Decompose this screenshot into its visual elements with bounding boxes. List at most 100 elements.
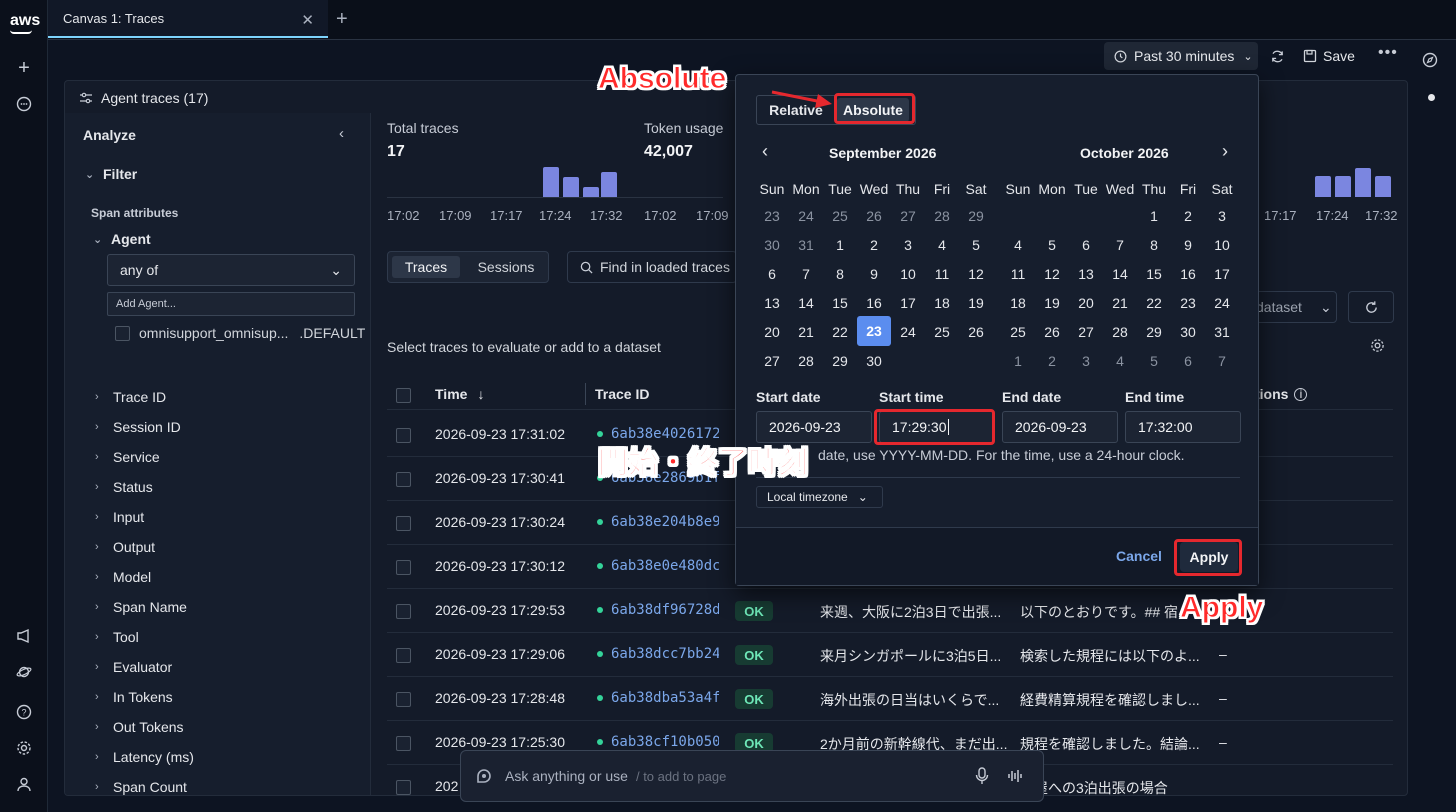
row-trace-id-link[interactable]: 6ab38dcc7bb247 — [597, 646, 719, 662]
row-checkbox[interactable] — [396, 516, 411, 531]
cancel-button[interactable]: Cancel — [1116, 548, 1162, 564]
filter-attribute-item[interactable]: › Trace ID — [95, 389, 166, 405]
filter-attribute-item[interactable]: › Span Count — [95, 779, 187, 795]
agent-option-checkbox[interactable] — [115, 325, 130, 341]
calendar-day[interactable]: 18 — [925, 290, 959, 316]
calendar-day[interactable]: 12 — [1035, 261, 1069, 287]
row-trace-id-link[interactable]: 6ab38dba53a4fb — [597, 690, 719, 706]
tab-sessions[interactable]: Sessions — [470, 256, 542, 278]
calendar-day[interactable]: 25 — [925, 319, 959, 345]
save-button[interactable]: Save — [1303, 44, 1355, 68]
calendar-day[interactable]: 3 — [1069, 348, 1103, 374]
row-checkbox[interactable] — [396, 560, 411, 575]
calendar-day[interactable]: 28 — [925, 203, 959, 229]
calendar-day[interactable]: 17 — [1205, 261, 1239, 287]
filter-attribute-item[interactable]: › Tool — [95, 629, 139, 645]
calendar-day[interactable]: 1 — [1137, 203, 1171, 229]
calendar-day[interactable]: 19 — [959, 290, 993, 316]
chat-icon[interactable] — [12, 92, 36, 116]
calendar-day[interactable]: 31 — [789, 232, 823, 258]
time-range-button[interactable]: Past 30 minutes ⌄ — [1104, 42, 1258, 70]
calendar-day[interactable]: 24 — [789, 203, 823, 229]
row-checkbox[interactable] — [396, 648, 411, 663]
calendar-day[interactable]: 26 — [959, 319, 993, 345]
calendar-day[interactable]: 28 — [789, 348, 823, 374]
collapse-icon[interactable]: ‹ — [339, 125, 344, 142]
time-column-header[interactable]: Time ↓ — [435, 386, 484, 402]
filter-attribute-item[interactable]: › Latency (ms) — [95, 749, 194, 765]
calendar-day[interactable]: 11 — [1001, 261, 1035, 287]
next-month-icon[interactable]: › — [1222, 141, 1228, 162]
calendar-day[interactable]: 31 — [1205, 319, 1239, 345]
filter-attribute-item[interactable]: › Session ID — [95, 419, 181, 435]
row-trace-id-link[interactable]: 6ab38cf10b050c — [597, 734, 719, 750]
calendar-day[interactable]: 26 — [1035, 319, 1069, 345]
add-agent-input[interactable]: Add Agent... — [107, 292, 355, 316]
filter-attribute-item[interactable]: › Status — [95, 479, 153, 495]
megaphone-icon[interactable] — [12, 624, 36, 648]
calendar-day[interactable]: 2 — [1035, 348, 1069, 374]
add-icon[interactable]: + — [12, 56, 36, 80]
tab-canvas-1[interactable]: Canvas 1: Traces ✕ — [48, 0, 328, 38]
calendar-day[interactable]: 28 — [1103, 319, 1137, 345]
calendar-day[interactable]: 23 — [1171, 290, 1205, 316]
sync-button[interactable] — [1266, 44, 1288, 68]
timezone-select[interactable]: Local timezone ⌄ — [756, 486, 883, 508]
calendar-day[interactable]: 19 — [1035, 290, 1069, 316]
calendar-day[interactable]: 13 — [1069, 261, 1103, 287]
tab-traces[interactable]: Traces — [392, 256, 460, 278]
calendar-day[interactable]: 30 — [1171, 319, 1205, 345]
row-trace-id-link[interactable]: 6ab38e0e480dc — [597, 558, 719, 574]
row-checkbox[interactable] — [396, 428, 411, 443]
calendar-day[interactable]: 8 — [823, 261, 857, 287]
new-tab-button[interactable]: + — [336, 8, 348, 31]
calendar-day[interactable]: 23 — [755, 203, 789, 229]
select-all-checkbox[interactable] — [396, 388, 411, 403]
calendar-day[interactable]: 9 — [1171, 232, 1205, 258]
filter-attribute-item[interactable]: › Evaluator — [95, 659, 172, 675]
planet-icon[interactable] — [12, 660, 36, 684]
calendar-day[interactable]: 15 — [1137, 261, 1171, 287]
row-checkbox[interactable] — [396, 472, 411, 487]
calendar-day[interactable]: 20 — [1069, 290, 1103, 316]
more-options-icon[interactable]: ••• — [1378, 44, 1398, 68]
calendar-day[interactable]: 14 — [1103, 261, 1137, 287]
calendar-day-selected[interactable]: 23 — [857, 316, 891, 346]
find-traces-input[interactable]: Find in loaded traces — [567, 251, 737, 283]
aws-logo[interactable]: aws — [10, 12, 40, 30]
calendar-day[interactable]: 24 — [1205, 290, 1239, 316]
prev-month-icon[interactable]: ‹ — [762, 141, 768, 162]
calendar-day[interactable]: 6 — [1069, 232, 1103, 258]
calendar-day[interactable]: 22 — [823, 319, 857, 345]
calendar-day[interactable]: 17 — [891, 290, 925, 316]
calendar-day[interactable]: 18 — [1001, 290, 1035, 316]
actions-column-header[interactable]: tions i — [1255, 386, 1308, 402]
close-icon[interactable]: ✕ — [301, 11, 314, 29]
filter-attribute-item[interactable]: › Out Tokens — [95, 719, 184, 735]
calendar-day[interactable]: 26 — [857, 203, 891, 229]
calendar-day[interactable]: 6 — [755, 261, 789, 287]
calendar-day[interactable]: 1 — [823, 232, 857, 258]
calendar-day[interactable]: 27 — [755, 348, 789, 374]
filter-attribute-item[interactable]: › Span Name — [95, 599, 187, 615]
calendar-day[interactable]: 27 — [891, 203, 925, 229]
calendar-day[interactable]: 1 — [1001, 348, 1035, 374]
calendar-day[interactable]: 7 — [1205, 348, 1239, 374]
calendar-day[interactable]: 29 — [959, 203, 993, 229]
calendar-day[interactable]: 15 — [823, 290, 857, 316]
calendar-day[interactable]: 2 — [857, 232, 891, 258]
calendar-day[interactable]: 5 — [1137, 348, 1171, 374]
row-checkbox[interactable] — [396, 604, 411, 619]
calendar-day[interactable]: 12 — [959, 261, 993, 287]
calendar-day[interactable]: 14 — [789, 290, 823, 316]
calendar-day[interactable]: 4 — [1103, 348, 1137, 374]
row-checkbox[interactable] — [396, 780, 411, 795]
calendar-day[interactable]: 3 — [891, 232, 925, 258]
end-time-input[interactable]: 17:32:00 — [1125, 411, 1241, 443]
calendar-day[interactable]: 10 — [1205, 232, 1239, 258]
ask-bar[interactable]: Ask anything or use / to add to page — [460, 750, 1044, 802]
reload-button[interactable] — [1348, 291, 1394, 323]
table-settings-icon[interactable] — [1370, 338, 1385, 353]
agent-option[interactable]: omnisupport_omnisup... .DEFAULT — [115, 325, 365, 341]
calendar-day[interactable]: 11 — [925, 261, 959, 287]
